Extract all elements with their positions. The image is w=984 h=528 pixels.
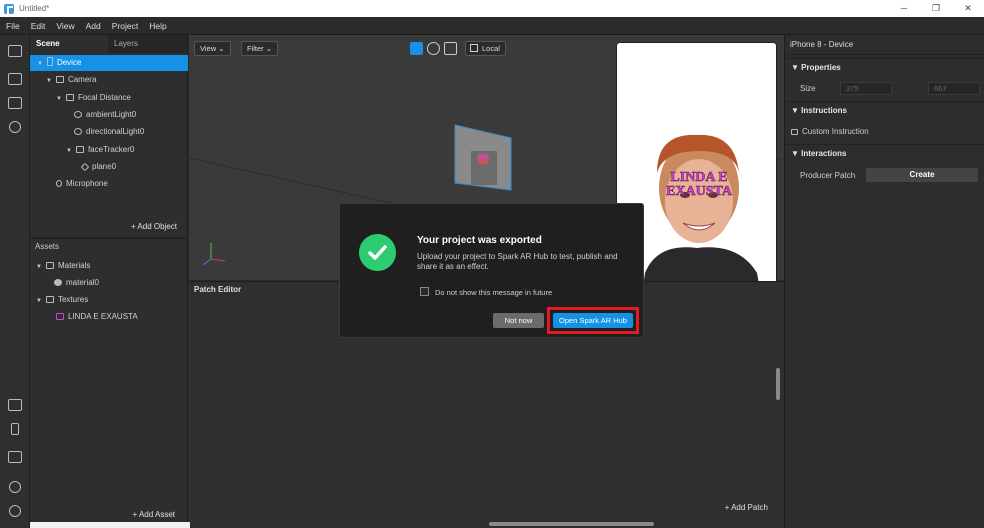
- size-label: Size: [800, 84, 816, 93]
- add-asset-button[interactable]: + Add Asset: [133, 510, 175, 519]
- checkmark-icon: [368, 245, 387, 260]
- minimize-button[interactable]: ─: [888, 0, 920, 17]
- bottom-strip: [30, 522, 190, 528]
- spark-ar-logo-icon: [4, 3, 14, 14]
- move-tool-icon[interactable]: [410, 42, 423, 55]
- window-title: Untitled*: [19, 4, 50, 13]
- rotate-tool-icon[interactable]: [427, 42, 440, 55]
- menu-project[interactable]: Project: [112, 21, 138, 31]
- refresh-icon[interactable]: [9, 121, 21, 133]
- inspector-title: iPhone 8 - Device: [785, 35, 984, 55]
- filter-dropdown[interactable]: Filter ⌄: [241, 41, 279, 56]
- tree-item-microphone[interactable]: Microphone: [56, 176, 108, 192]
- expand-icon[interactable]: ▼: [66, 143, 72, 159]
- inspector-panel: iPhone 8 - Device ▼ Properties Size 375 …: [784, 35, 984, 528]
- menu-file[interactable]: File: [6, 21, 20, 31]
- section-interactions[interactable]: ▼ Interactions: [785, 144, 984, 161]
- not-now-button[interactable]: Not now: [493, 313, 544, 328]
- microphone-icon: [56, 180, 62, 187]
- tab-scene[interactable]: Scene: [30, 35, 108, 53]
- menu-help[interactable]: Help: [149, 21, 166, 31]
- assets-panel: Assets ▼ Materials material0 ▼ Textures LI…: [30, 238, 188, 528]
- phone-icon: [46, 57, 53, 66]
- video-camera-icon[interactable]: [8, 73, 22, 85]
- help-icon[interactable]: [9, 505, 21, 517]
- bug-icon[interactable]: [9, 481, 21, 493]
- scene-tabs: Scene Layers: [30, 35, 187, 53]
- section-instructions[interactable]: ▼ Instructions: [785, 101, 984, 118]
- height-field[interactable]: 667: [928, 82, 980, 95]
- vertical-scrollbar[interactable]: [776, 368, 780, 400]
- tab-layers[interactable]: Layers: [108, 35, 186, 53]
- menu-edit[interactable]: Edit: [31, 21, 46, 31]
- create-button[interactable]: Create: [866, 168, 978, 182]
- svg-text:EXAUSTA: EXAUSTA: [666, 184, 733, 199]
- expand-icon[interactable]: ▼: [36, 259, 42, 275]
- upload-arrow-icon[interactable]: [11, 423, 19, 435]
- tree-item-materials[interactable]: ▼ Materials: [36, 258, 90, 274]
- tree-item-camera[interactable]: ▼ Camera: [46, 72, 96, 88]
- view-dropdown[interactable]: View ⌄: [194, 41, 231, 56]
- instruction-icon: [791, 129, 798, 135]
- export-device-icon[interactable]: [8, 399, 22, 411]
- custom-instruction-row[interactable]: Custom Instruction: [791, 127, 869, 136]
- title-bar: Untitled* ─ ❐ ✕: [0, 0, 984, 17]
- do-not-show-label: Do not show this message in future: [435, 288, 553, 297]
- close-button[interactable]: ✕: [952, 0, 984, 17]
- tree-item-plane[interactable]: plane0: [80, 159, 116, 175]
- do-not-show-checkbox[interactable]: [420, 287, 429, 296]
- material-sphere-icon: [54, 279, 62, 286]
- tree-item-focal-distance[interactable]: ▼ Focal Distance: [56, 90, 131, 106]
- menu-add[interactable]: Add: [86, 21, 101, 31]
- add-patch-button[interactable]: + Add Patch: [725, 503, 768, 512]
- producer-patch-label: Producer Patch: [800, 171, 856, 180]
- dialog-body: Upload your project to Spark AR Hub to t…: [417, 252, 618, 271]
- menu-view[interactable]: View: [56, 21, 74, 31]
- assets-header: Assets: [35, 242, 60, 251]
- tree-item-texture-linda[interactable]: LINDA E EXAUSTA: [56, 309, 138, 325]
- check-circle-icon: [359, 234, 396, 271]
- highlight-box: Open Spark AR Hub: [547, 307, 639, 334]
- plane-icon: [80, 162, 90, 172]
- tree-item-directional-light[interactable]: directionalLight0: [74, 124, 144, 140]
- expand-icon[interactable]: ▼: [46, 73, 52, 89]
- tree-item-device[interactable]: ▼ Device: [30, 55, 188, 71]
- texture-icon: [56, 313, 64, 320]
- folder-icon: [45, 262, 54, 269]
- window-controls: ─ ❐ ✕: [888, 0, 984, 17]
- export-dialog: Your project was exported Upload your pr…: [339, 203, 644, 338]
- open-spark-ar-hub-button[interactable]: Open Spark AR Hub: [553, 313, 633, 328]
- tree-item-material0[interactable]: material0: [54, 275, 99, 291]
- add-object-button[interactable]: + Add Object: [131, 222, 177, 231]
- scale-tool-icon[interactable]: [444, 42, 457, 55]
- focal-icon: [65, 94, 74, 101]
- light-icon: [74, 128, 82, 135]
- light-icon: [74, 111, 82, 118]
- folder-icon: [45, 296, 54, 303]
- face-tracker-icon: [75, 146, 84, 153]
- section-properties[interactable]: ▼ Properties: [785, 58, 984, 75]
- tree-item-textures[interactable]: ▼ Textures: [36, 292, 88, 308]
- tree-item-ambient-light[interactable]: ambientLight0: [74, 107, 136, 123]
- cube-icon: [470, 44, 478, 52]
- width-field[interactable]: 375: [840, 82, 892, 95]
- expand-icon[interactable]: ▼: [37, 56, 43, 72]
- tree-item-face-tracker[interactable]: ▼ faceTracker0: [66, 142, 134, 158]
- menu-bar: File Edit View Add Project Help: [0, 17, 984, 35]
- folder-upload-icon[interactable]: [8, 451, 22, 463]
- svg-text:LINDA E: LINDA E: [670, 170, 727, 185]
- camera-icon: [55, 76, 64, 83]
- layout-icon[interactable]: [8, 45, 22, 57]
- scene-panel: Scene Layers ▼ Device ▼ Camera ▼ Focal Dist…: [30, 35, 188, 237]
- local-toggle[interactable]: Local: [465, 41, 506, 56]
- horizontal-scrollbar[interactable]: [489, 522, 654, 526]
- expand-icon[interactable]: ▼: [56, 91, 62, 107]
- tool-strip: [0, 35, 30, 528]
- split-view-icon[interactable]: [8, 97, 22, 109]
- maximize-button[interactable]: ❐: [920, 0, 952, 17]
- dialog-title: Your project was exported: [417, 235, 542, 246]
- expand-icon[interactable]: ▼: [36, 293, 42, 309]
